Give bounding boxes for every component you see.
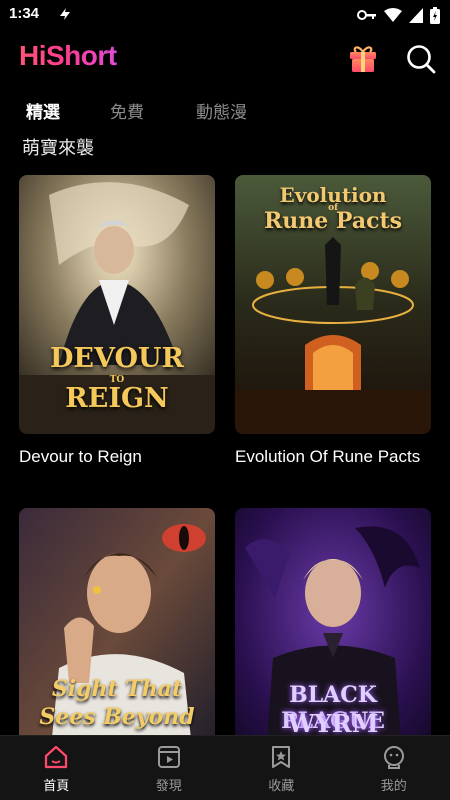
cover-title: WYRM	[287, 709, 379, 738]
nav-label: 發現	[155, 779, 182, 794]
status-time: 1:34	[9, 5, 40, 22]
drama-cover[interactable]: BLACK PLAGUE WYRM	[235, 508, 431, 767]
search-icon	[407, 45, 436, 74]
cover-title: DEVOUR	[50, 343, 184, 374]
drama-cover[interactable]: Evolution of Rune Pacts	[235, 175, 431, 434]
status-icons	[357, 6, 440, 24]
status-bar: 1:34	[0, 0, 450, 30]
cover-title: Sight That	[51, 676, 183, 702]
nav-label: 首頁	[43, 779, 70, 794]
home-icon	[45, 745, 68, 769]
category-tabs: 精選 免費 動態漫	[0, 98, 450, 128]
bottom-nav: 首頁 發現 收藏 我的	[0, 735, 450, 800]
nav-label: 我的	[380, 779, 407, 794]
nav-favorites[interactable]: 收藏	[225, 736, 338, 800]
drama-title[interactable]: Devour to Reign	[19, 442, 215, 471]
profile-icon	[383, 746, 404, 769]
gift-button[interactable]	[346, 42, 380, 76]
key-icon	[357, 10, 376, 20]
tab-animated[interactable]: 動態漫	[196, 98, 247, 123]
nav-label: 收藏	[268, 779, 295, 794]
drama-title[interactable]: Evolution Of Rune Pacts	[235, 442, 431, 471]
tab-free[interactable]: 免費	[110, 98, 144, 123]
search-button[interactable]	[404, 42, 438, 76]
signal-icon	[409, 7, 423, 23]
sync-icon	[60, 8, 70, 20]
nav-discover[interactable]: 發現	[113, 736, 226, 800]
wifi-icon	[384, 7, 402, 22]
gift-icon	[350, 46, 376, 72]
tab-featured[interactable]: 精選	[26, 98, 60, 123]
cover-title: Sees Beyond	[39, 704, 195, 730]
cover-title: Rune Pacts	[263, 208, 403, 234]
nav-home[interactable]: 首頁	[0, 736, 113, 800]
drama-card[interactable]: DEVOUR TO REIGN Devour to Reign	[19, 175, 215, 471]
cover-title: REIGN	[65, 383, 169, 414]
nav-profile[interactable]: 我的	[338, 736, 450, 800]
app-logo: HiShort	[19, 40, 117, 71]
bookmark-icon	[272, 746, 291, 768]
drama-cover[interactable]: Sight That Sees Beyond	[19, 508, 215, 767]
drama-card[interactable]: Evolution of Rune Pacts Evolution Of Run…	[235, 175, 431, 471]
play-icon	[157, 746, 180, 768]
section-title: 萌寶來襲	[22, 138, 94, 159]
battery-icon	[430, 6, 440, 24]
drama-cover[interactable]: DEVOUR TO REIGN	[19, 175, 215, 434]
